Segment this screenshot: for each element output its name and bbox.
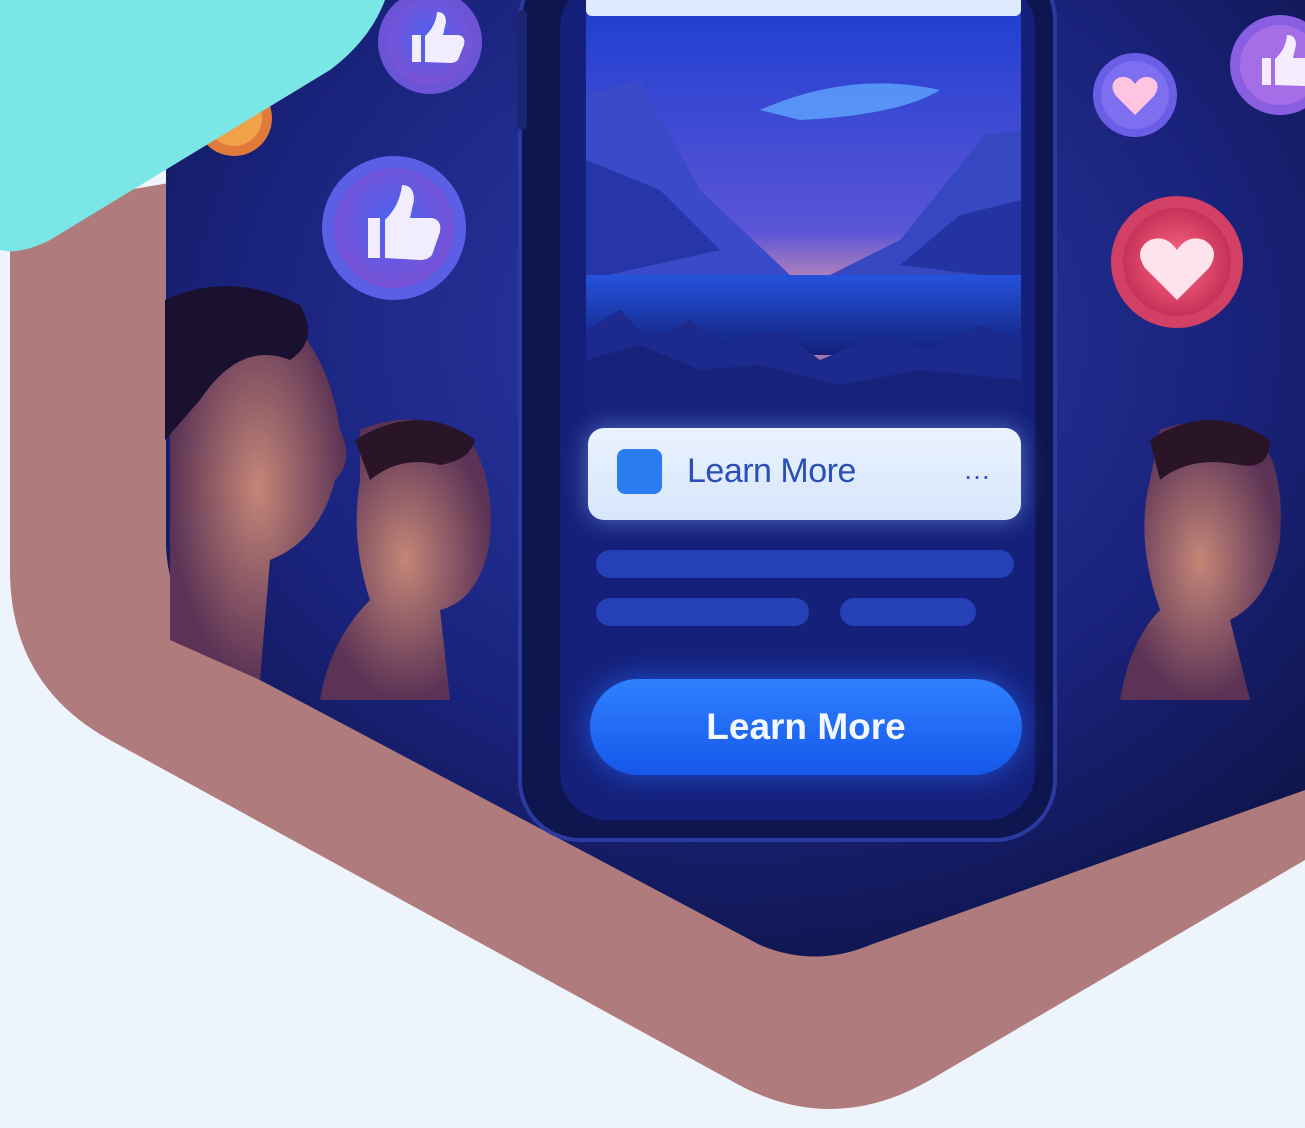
text-line-2	[596, 598, 809, 626]
learn-more-button[interactable]: Learn More	[590, 679, 1022, 775]
illustration-canvas	[0, 0, 1305, 1109]
ad-thumbnail	[617, 449, 662, 494]
text-line-3	[840, 598, 976, 626]
landscape-image	[586, 0, 1021, 420]
ad-card[interactable]: Learn More …	[588, 428, 1021, 520]
heart-icon	[1111, 196, 1243, 328]
thumbs-up-icon	[322, 156, 466, 300]
hero-illustration: Learn More … Learn More	[0, 0, 1305, 1128]
more-icon[interactable]: …	[963, 456, 993, 484]
text-line-1	[596, 550, 1014, 578]
heart-icon	[1093, 53, 1177, 137]
ad-card-label: Learn More	[687, 452, 856, 490]
